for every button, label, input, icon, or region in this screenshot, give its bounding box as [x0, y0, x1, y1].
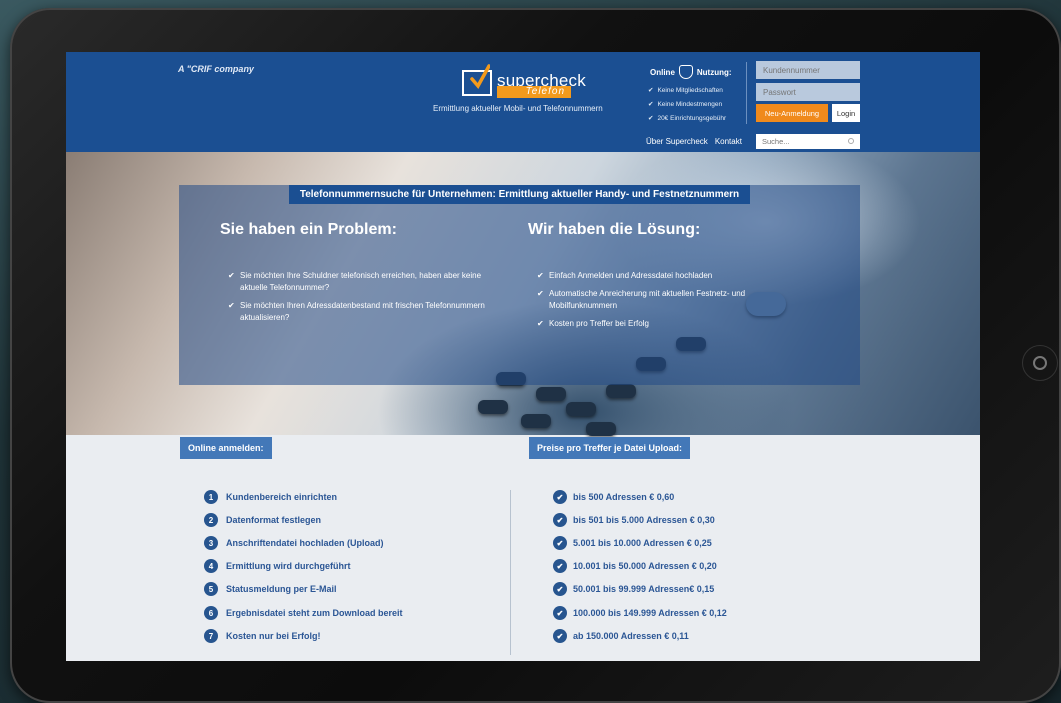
logo-check-icon: [470, 64, 490, 90]
benefit-item: Keine Mindestmengen: [648, 98, 726, 112]
prices-section-title: Preise pro Treffer je Datei Upload:: [529, 437, 691, 459]
price-label: ab 150.000 Adressen € 0,11: [573, 631, 689, 641]
search-icon[interactable]: [848, 138, 854, 144]
login-button[interactable]: Login: [832, 104, 860, 122]
problem-item: Sie möchten Ihren Adressdatenbestand mit…: [228, 300, 498, 324]
nav-link-about[interactable]: Über Supercheck: [646, 137, 708, 146]
shield-check-icon: [678, 65, 693, 79]
step-label: Anschriftendatei hochladen (Upload): [226, 538, 384, 548]
step-label: Kundenbereich einrichten: [226, 492, 338, 502]
register-step: 4 Ermittlung wird durchgeführt: [204, 559, 351, 573]
solution-item: Automatische Anreicherung mit aktuellen …: [537, 288, 797, 312]
new-registration-button[interactable]: Neu-Anmeldung: [756, 104, 828, 122]
register-step: 3 Anschriftendatei hochladen (Upload): [204, 536, 384, 550]
price-item: ✔ 10.001 bis 50.000 Adressen € 0,20: [553, 559, 717, 573]
online-usage-title: Online Nutzung:: [650, 65, 732, 79]
phone-key: [586, 422, 616, 436]
register-step: 5 Statusmeldung per E-Mail: [204, 582, 337, 596]
logo-subtitle: Telefon: [497, 86, 571, 98]
step-label: Ergebnisdatei steht zum Download bereit: [226, 608, 403, 618]
step-number: 6: [204, 606, 218, 620]
check-circle-icon: ✔: [553, 606, 567, 620]
step-label: Datenformat festlegen: [226, 515, 322, 525]
price-label: 50.001 bis 99.999 Adressen€ 0,15: [573, 584, 715, 594]
price-label: 5.001 bis 10.000 Adressen € 0,25: [573, 538, 712, 548]
register-step: 2 Datenformat festlegen: [204, 513, 321, 527]
crif-company-label: A "CRIF company: [178, 64, 254, 74]
register-step: 1 Kundenbereich einrichten: [204, 490, 337, 504]
step-number: 1: [204, 490, 218, 504]
price-label: bis 500 Adressen € 0,60: [573, 492, 675, 502]
website-screen: A "CRIF company supercheck Telefon Ermit…: [66, 52, 980, 661]
nav-link-contact[interactable]: Kontakt: [715, 137, 742, 146]
section-divider: [510, 490, 511, 655]
register-section-title: Online anmelden:: [180, 437, 272, 459]
benefit-item: Keine Mitgliedschaften: [648, 84, 726, 98]
site-header: A "CRIF company supercheck Telefon Ermit…: [66, 52, 980, 152]
price-item: ✔ 50.001 bis 99.999 Adressen€ 0,15: [553, 582, 714, 596]
benefit-item: 20€ Einrichtungsgebühr: [648, 112, 726, 126]
step-label: Ermittlung wird durchgeführt: [226, 561, 351, 571]
price-item: ✔ bis 500 Adressen € 0,60: [553, 490, 674, 504]
step-number: 4: [204, 559, 218, 573]
phone-key: [606, 384, 636, 398]
online-label: Online: [650, 67, 675, 77]
register-step: 6 Ergebnisdatei steht zum Download bereit: [204, 606, 403, 620]
customer-number-input[interactable]: [756, 61, 860, 79]
step-number: 3: [204, 536, 218, 550]
price-item: ✔ 100.000 bis 149.999 Adressen € 0,12: [553, 606, 727, 620]
search-input[interactable]: [756, 134, 860, 149]
step-number: 5: [204, 582, 218, 596]
step-number: 2: [204, 513, 218, 527]
benefit-list: Keine Mitgliedschaften Keine Mindestmeng…: [648, 84, 726, 126]
hero-banner: Telefonnummernsuche für Unternehmen: Erm…: [289, 185, 750, 204]
phone-key: [536, 387, 566, 401]
home-icon: [1033, 356, 1047, 370]
solution-heading: Wir haben die Lösung:: [528, 221, 701, 238]
site-tagline: Ermittlung aktueller Mobil- und Telefonn…: [433, 104, 603, 113]
price-label: 10.001 bis 50.000 Adressen € 0,20: [573, 561, 717, 571]
solution-item: Einfach Anmelden und Adressdatei hochlad…: [537, 270, 797, 282]
phone-key: [478, 400, 508, 414]
phone-key: [566, 402, 596, 416]
price-label: bis 501 bis 5.000 Adressen € 0,30: [573, 515, 715, 525]
check-circle-icon: ✔: [553, 582, 567, 596]
check-circle-icon: ✔: [553, 559, 567, 573]
solution-item: Kosten pro Treffer bei Erfolg: [537, 318, 797, 330]
step-label: Kosten nur bei Erfolg!: [226, 631, 321, 641]
password-input[interactable]: [756, 83, 860, 101]
usage-label: Nutzung:: [696, 67, 732, 77]
problem-item: Sie möchten Ihre Schuldner telefonisch e…: [228, 270, 498, 294]
solution-list: Einfach Anmelden und Adressdatei hochlad…: [537, 270, 797, 336]
price-item: ✔ 5.001 bis 10.000 Adressen € 0,25: [553, 536, 712, 550]
check-circle-icon: ✔: [553, 513, 567, 527]
background: A "CRIF company supercheck Telefon Ermit…: [0, 0, 1061, 703]
phone-key: [521, 414, 551, 428]
register-step: 7 Kosten nur bei Erfolg!: [204, 629, 321, 643]
top-nav: Über Supercheck Kontakt: [646, 137, 742, 146]
step-label: Statusmeldung per E-Mail: [226, 584, 337, 594]
problem-list: Sie möchten Ihre Schuldner telefonisch e…: [228, 270, 498, 330]
tablet-home-button[interactable]: [1022, 345, 1058, 381]
header-divider: [746, 62, 747, 124]
price-item: ✔ ab 150.000 Adressen € 0,11: [553, 629, 689, 643]
check-circle-icon: ✔: [553, 536, 567, 550]
price-item: ✔ bis 501 bis 5.000 Adressen € 0,30: [553, 513, 715, 527]
step-number: 7: [204, 629, 218, 643]
price-label: 100.000 bis 149.999 Adressen € 0,12: [573, 608, 727, 618]
problem-heading: Sie haben ein Problem:: [220, 221, 397, 238]
check-circle-icon: ✔: [553, 490, 567, 504]
check-circle-icon: ✔: [553, 629, 567, 643]
